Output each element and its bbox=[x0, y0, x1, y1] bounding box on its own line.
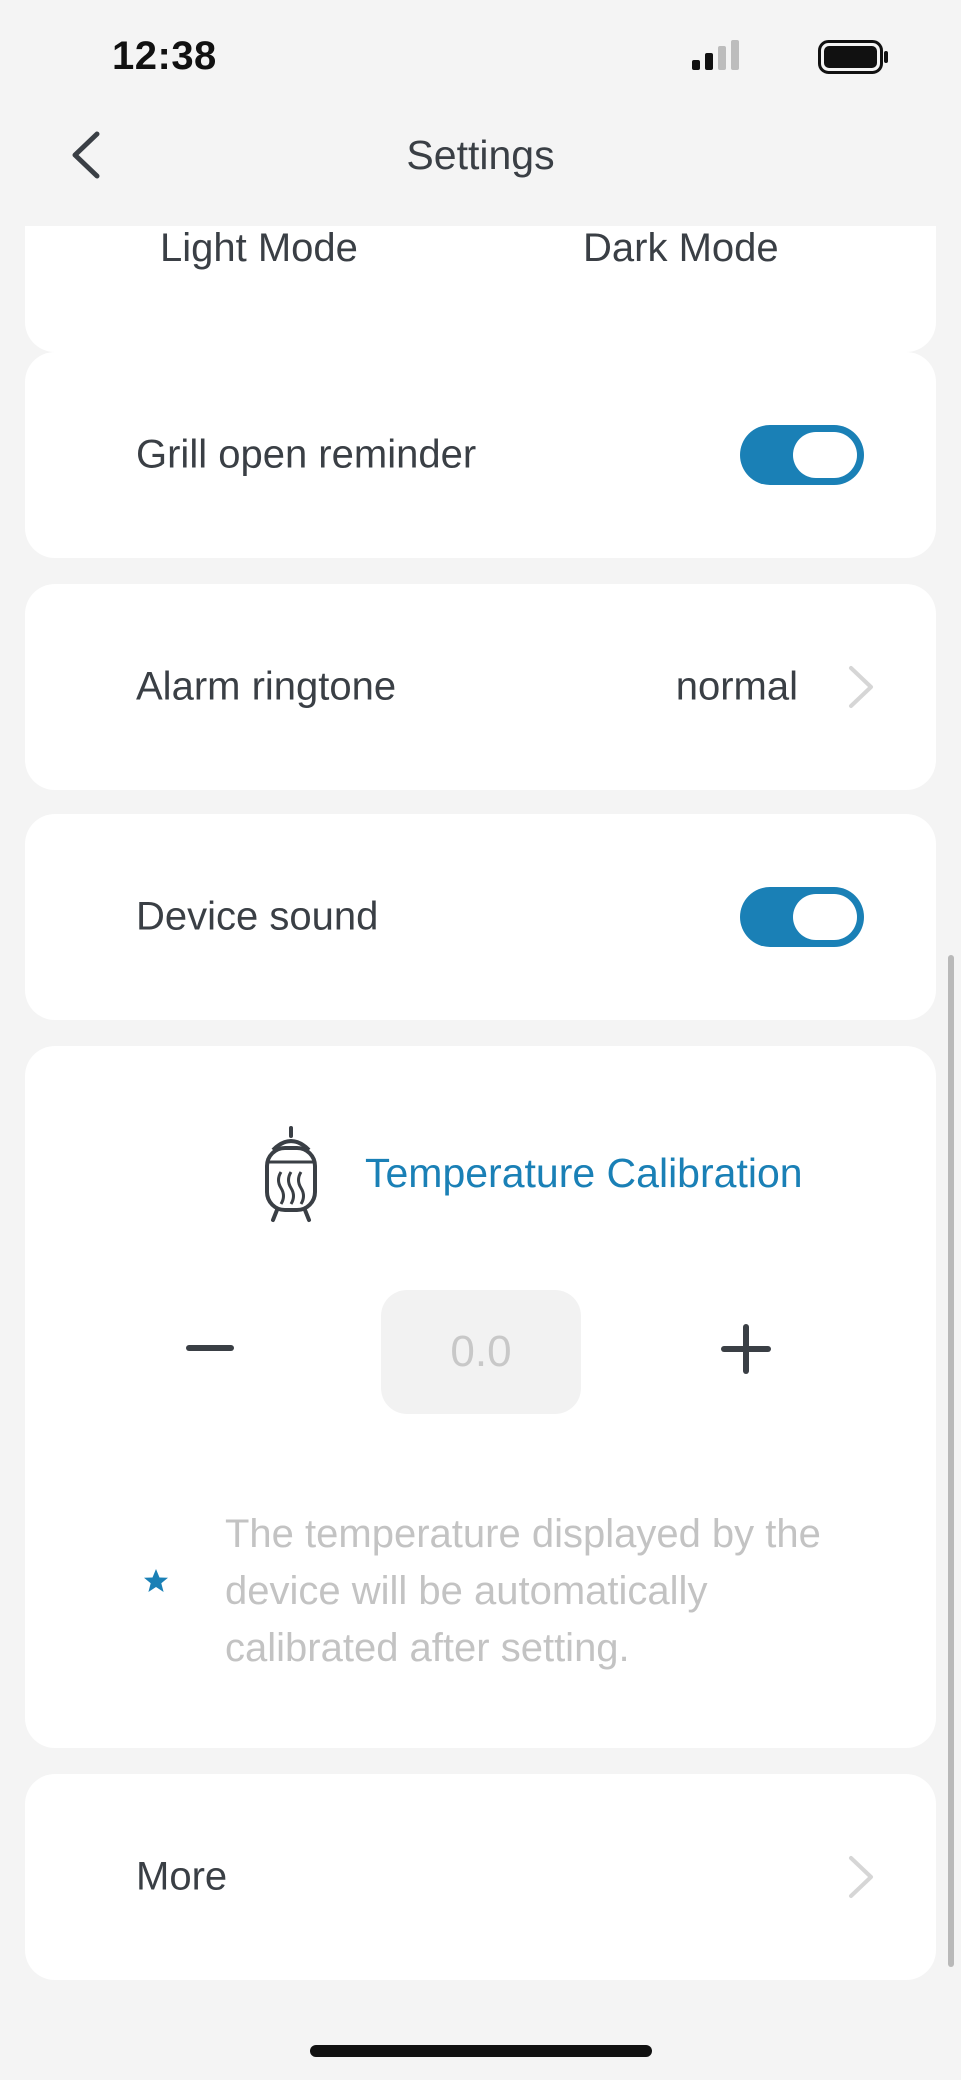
grill-open-reminder-toggle[interactable] bbox=[740, 425, 864, 485]
toggle-knob bbox=[793, 432, 857, 478]
grill-open-reminder-label: Grill open reminder bbox=[136, 432, 477, 477]
device-sound-toggle[interactable] bbox=[740, 887, 864, 947]
home-indicator[interactable] bbox=[310, 2045, 652, 2057]
calibration-value-input[interactable] bbox=[381, 1290, 581, 1414]
grill-open-reminder-row: Grill open reminder bbox=[25, 352, 936, 558]
device-sound-label: Device sound bbox=[136, 894, 379, 939]
dark-mode-option[interactable]: Dark Mode bbox=[583, 226, 779, 271]
scrollbar[interactable] bbox=[948, 955, 954, 1967]
device-sound-row: Device sound bbox=[25, 814, 936, 1020]
cellular-signal-icon bbox=[692, 40, 739, 70]
more-label: More bbox=[136, 1854, 228, 1899]
chevron-right-icon bbox=[849, 666, 873, 708]
plus-icon bbox=[721, 1324, 771, 1374]
calibration-title: Temperature Calibration bbox=[365, 1150, 803, 1196]
battery-icon bbox=[818, 40, 888, 74]
temperature-calibration-card: Temperature Calibration The temperature … bbox=[25, 1046, 936, 1748]
settings-list[interactable]: Light Mode Dark Mode Grill open reminder… bbox=[0, 226, 961, 2006]
star-icon bbox=[144, 1569, 168, 1592]
calibration-note: The temperature displayed by the device … bbox=[225, 1512, 821, 1670]
toggle-knob bbox=[793, 894, 857, 940]
page-title: Settings bbox=[406, 132, 555, 178]
chevron-right-icon bbox=[849, 1856, 873, 1898]
alarm-ringtone-row[interactable]: Alarm ringtone normal bbox=[25, 584, 936, 790]
minus-icon bbox=[186, 1345, 234, 1351]
increase-button[interactable] bbox=[711, 1314, 781, 1384]
status-time: 12:38 bbox=[112, 34, 217, 78]
more-row[interactable]: More bbox=[25, 1774, 936, 1980]
decrease-button[interactable] bbox=[175, 1314, 245, 1384]
theme-mode-card: Light Mode Dark Mode bbox=[25, 226, 936, 352]
grill-icon bbox=[265, 1126, 317, 1222]
alarm-ringtone-label: Alarm ringtone bbox=[136, 664, 397, 709]
light-mode-option[interactable]: Light Mode bbox=[160, 226, 358, 271]
settings-screen: 12:38 Settings Light Mode Dark Mode Gril… bbox=[0, 0, 961, 2080]
alarm-ringtone-value: normal bbox=[675, 664, 798, 709]
